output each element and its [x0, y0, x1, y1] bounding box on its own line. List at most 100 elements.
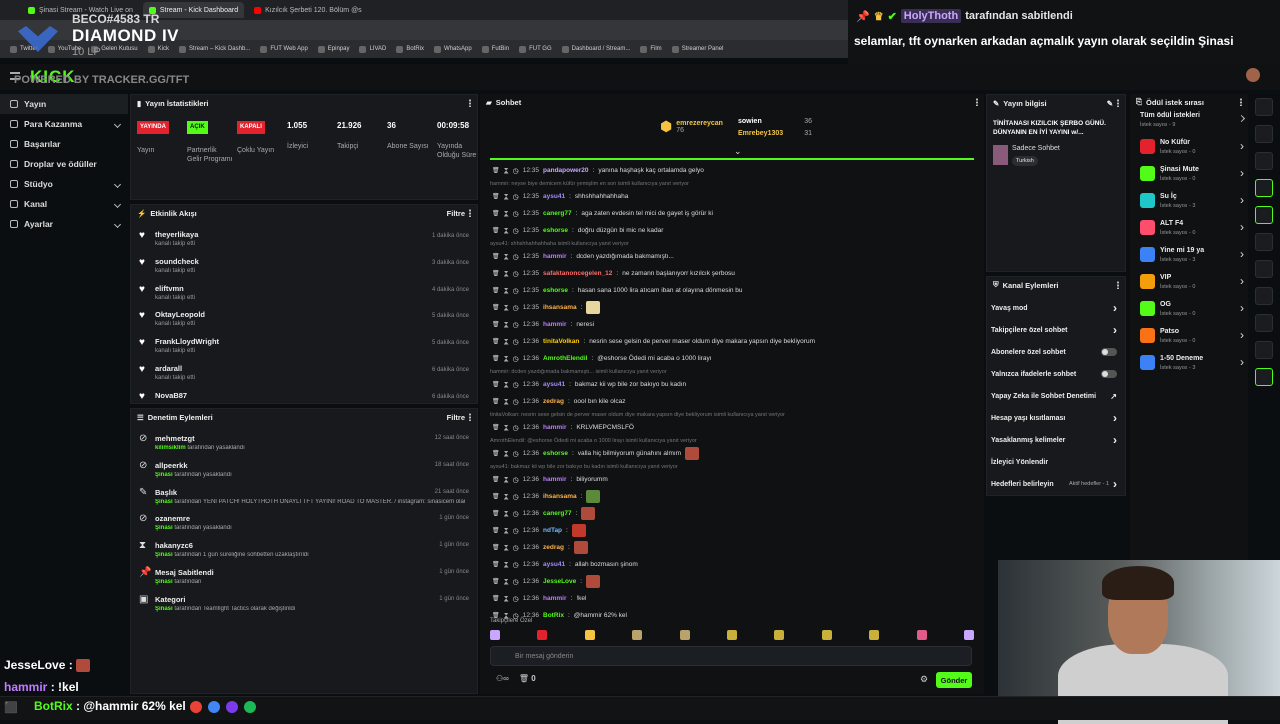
- bookmark-item[interactable]: FUT Web App: [260, 45, 308, 53]
- more-icon[interactable]: [469, 99, 471, 107]
- reward-item[interactable]: VIP İstek sayısı - 0 ›: [1130, 272, 1248, 299]
- delete-icon[interactable]: 🗑: [492, 527, 500, 534]
- chat-username[interactable]: hammir: [543, 424, 566, 431]
- activity-user[interactable]: NovaB87: [155, 391, 187, 400]
- emote-icon[interactable]: [916, 630, 927, 640]
- delete-icon[interactable]: 🗑: [492, 544, 500, 551]
- moderation-target[interactable]: mehmetzgt: [155, 434, 195, 443]
- delete-icon[interactable]: 🗑: [492, 398, 500, 405]
- clock-icon[interactable]: ◷: [513, 304, 519, 312]
- delete-icon[interactable]: 🗑: [492, 321, 500, 328]
- sidebar-item[interactable]: Ayarlar: [0, 214, 128, 234]
- activity-user[interactable]: soundcheck: [155, 257, 199, 266]
- clock-icon[interactable]: ◷: [513, 227, 519, 235]
- spotify-icon[interactable]: [244, 701, 256, 713]
- clock-icon[interactable]: ◷: [513, 493, 519, 501]
- clock-icon[interactable]: ◷: [513, 381, 519, 389]
- sidebar-item[interactable]: Para Kazanma: [0, 114, 128, 134]
- timeout-icon[interactable]: [503, 355, 509, 362]
- clock-icon[interactable]: ◷: [513, 561, 519, 569]
- chat-username[interactable]: pandapower20: [543, 167, 589, 174]
- bookmark-item[interactable]: LIVAD: [359, 45, 386, 53]
- clock-icon[interactable]: ◷: [513, 544, 519, 552]
- emote-icon[interactable]: [869, 630, 880, 640]
- timeout-icon[interactable]: [503, 338, 509, 345]
- settings-icon[interactable]: ⚙: [920, 674, 928, 685]
- bookmark-item[interactable]: Dashboard / Stream...: [561, 45, 630, 53]
- trash-icon[interactable]: [1255, 206, 1273, 224]
- moderation-actor[interactable]: Şinasi: [155, 606, 173, 612]
- category-thumbnail[interactable]: [993, 145, 1008, 165]
- bookmark-item[interactable]: Streamer Panel: [671, 45, 723, 53]
- moderation-actor[interactable]: kilimsiklim: [155, 445, 186, 451]
- chat-icon[interactable]: [1255, 233, 1273, 251]
- chat-username[interactable]: zedrag: [543, 398, 564, 405]
- timeout-icon[interactable]: [503, 270, 509, 277]
- chat-username[interactable]: JesseLove: [543, 578, 576, 585]
- clock-icon[interactable]: ◷: [513, 167, 519, 175]
- chat-username[interactable]: eshorse: [543, 450, 568, 457]
- chat-username[interactable]: eshorse: [543, 287, 568, 294]
- clock-icon[interactable]: ◷: [513, 193, 519, 201]
- clock-icon[interactable]: ◷: [513, 578, 519, 586]
- activity-user[interactable]: theyerlikaya: [155, 230, 198, 239]
- activity-user[interactable]: eliftvmn: [155, 284, 184, 293]
- channel-action[interactable]: Hedefleri belirleyin Aktif hedefler - 1 ›: [987, 473, 1125, 495]
- clock-icon[interactable]: ◷: [513, 510, 519, 518]
- edit-icon[interactable]: ✎: [1107, 99, 1113, 108]
- moderation-actor[interactable]: Şinasi: [155, 525, 173, 531]
- emote-icon[interactable]: [490, 630, 500, 640]
- emote-icon[interactable]: [679, 630, 690, 640]
- sidebar-item[interactable]: Yayın: [0, 94, 128, 114]
- reward-item[interactable]: No Küfür İstek sayısı - 0 ›: [1130, 137, 1248, 164]
- chat-username[interactable]: hammir: [543, 476, 566, 483]
- timeout-icon[interactable]: [503, 227, 509, 234]
- activity-user[interactable]: ardarall: [155, 364, 182, 373]
- toggle-switch[interactable]: [1101, 370, 1117, 378]
- emote-icon[interactable]: [584, 630, 595, 640]
- grid-icon[interactable]: [1255, 368, 1273, 386]
- moderation-actor[interactable]: Şinasi: [155, 472, 173, 478]
- delete-icon[interactable]: 🗑: [492, 510, 500, 517]
- link-icon[interactable]: [1255, 260, 1273, 278]
- chat-username[interactable]: hammir: [543, 321, 566, 328]
- timeout-icon[interactable]: [503, 321, 509, 328]
- emote-icon[interactable]: [632, 630, 643, 640]
- list-icon[interactable]: [1255, 287, 1273, 305]
- chat-username[interactable]: aysu41: [543, 193, 565, 200]
- browser-tab[interactable]: Kızılcık Şerbeti 120. Bölüm @s: [248, 2, 366, 18]
- timeout-icon[interactable]: [503, 544, 509, 551]
- chat-username[interactable]: hammir: [543, 595, 566, 602]
- channel-action[interactable]: Yalnızca ifadelerle sohbet: [987, 363, 1125, 385]
- more-icon[interactable]: [469, 209, 471, 217]
- chat-username[interactable]: canerg77: [543, 510, 572, 517]
- moderation-target[interactable]: Başlık: [155, 488, 177, 497]
- chat-username[interactable]: aysu41: [543, 381, 565, 388]
- more-icon[interactable]: [1117, 99, 1119, 107]
- clock-icon[interactable]: ◷: [513, 253, 519, 261]
- chat-username[interactable]: eshorse: [543, 227, 568, 234]
- bookmark-item[interactable]: WhatsApp: [434, 45, 472, 53]
- send-button[interactable]: Gönder: [936, 672, 972, 688]
- timeout-icon[interactable]: [503, 253, 509, 260]
- chat-username[interactable]: safaktanoncegelen_12: [543, 270, 612, 277]
- moderation-target[interactable]: Mesaj Sabitlendi: [155, 568, 214, 577]
- timeout-icon[interactable]: [503, 193, 509, 200]
- timeout-icon[interactable]: [503, 493, 509, 500]
- chat-username[interactable]: BotRix: [543, 612, 564, 619]
- delete-icon[interactable]: 🗑: [492, 210, 500, 217]
- delete-icon[interactable]: 🗑: [492, 476, 500, 483]
- infinity-icon[interactable]: ⚇∞: [496, 674, 509, 683]
- timeout-icon[interactable]: [503, 398, 509, 405]
- chevron-down-icon[interactable]: ⌄: [734, 146, 742, 157]
- browser-icon[interactable]: [208, 701, 220, 713]
- pencil-icon[interactable]: [1255, 125, 1273, 143]
- timeout-icon[interactable]: [503, 578, 509, 585]
- timeout-icon[interactable]: [503, 167, 509, 174]
- chat-username[interactable]: canerg77: [543, 210, 572, 217]
- more-icon[interactable]: [469, 413, 471, 421]
- timeout-icon[interactable]: [503, 381, 509, 388]
- gifter-name[interactable]: Emrebey1303: [738, 130, 783, 137]
- clock-icon[interactable]: ◷: [513, 321, 519, 329]
- timeout-icon[interactable]: [503, 287, 509, 294]
